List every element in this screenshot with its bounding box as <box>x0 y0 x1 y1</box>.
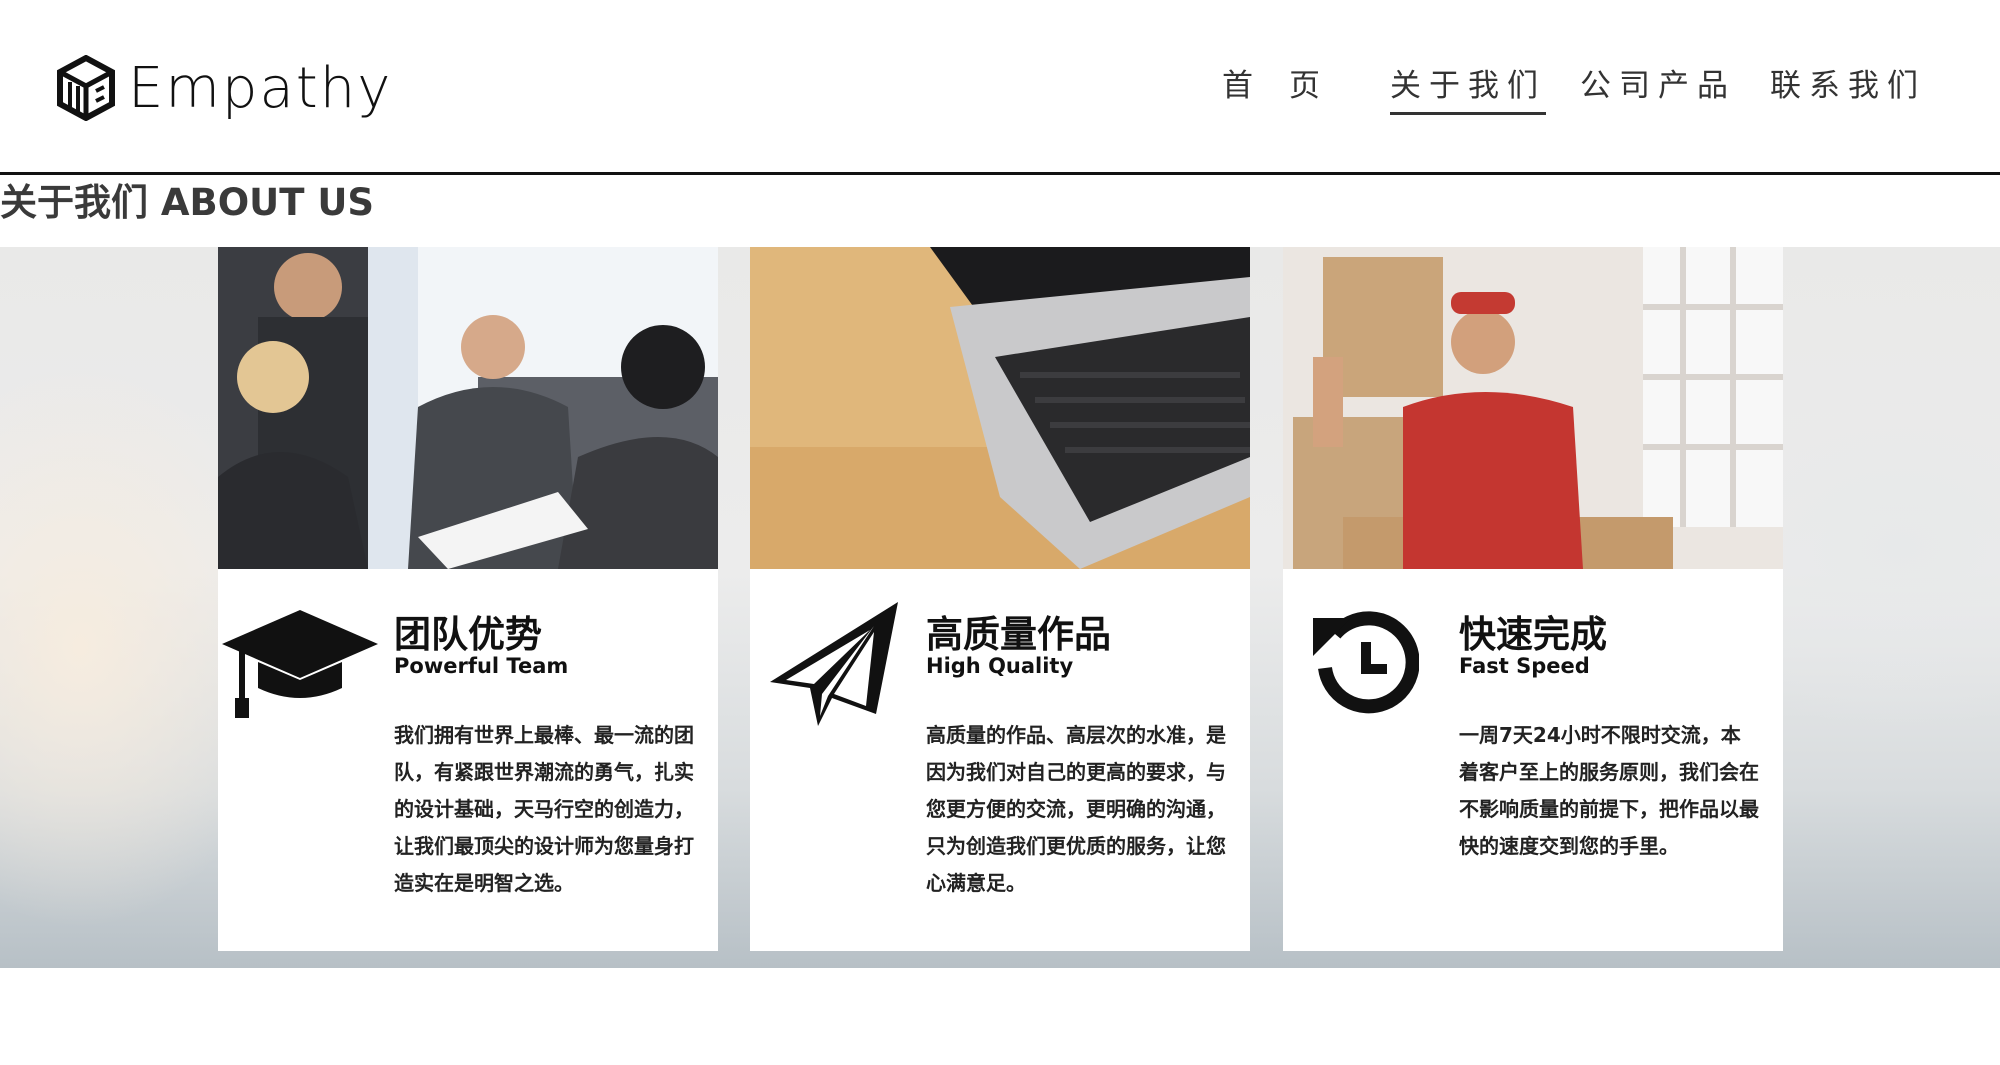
card-title-zh: 快速完成 <box>1459 613 1607 656</box>
clock-history-icon <box>1313 611 1419 714</box>
nav-about-us[interactable]: 关于我们 <box>1390 60 1546 115</box>
card-description: 一周7天24小时不限时交流，本着客户至上的服务原则，我们会在不影响质量的前提下，… <box>1459 723 1759 858</box>
card-title-en: High Quality <box>926 654 1074 678</box>
logo-text: Empathy <box>128 55 393 121</box>
card-title-en: Fast Speed <box>1459 654 1590 678</box>
nav-products[interactable]: 公司产品 <box>1580 60 1736 111</box>
section-title: 关于我们 ABOUT US <box>0 181 375 224</box>
laptop-photo <box>750 247 1250 569</box>
logo[interactable]: Empathy <box>56 55 392 121</box>
delivery-man-photo <box>1283 247 1783 569</box>
card-description: 我们拥有世界上最棒、最一流的团队，有紧跟世界潮流的勇气，扎实的设计基础，天马行空… <box>394 723 694 895</box>
site-header: Empathy 首页 关于我们 公司产品 联系我们 <box>0 0 2000 172</box>
feature-card-team: 团队优势 Powerful Team 我们拥有世界上最棒、最一流的团队，有紧跟世… <box>218 247 718 951</box>
team-meeting-photo <box>218 247 718 569</box>
card-title-zh: 高质量作品 <box>926 613 1111 656</box>
main-nav: 首页 关于我们 公司产品 联系我们 <box>1222 60 1926 115</box>
card-title-en: Powerful Team <box>394 654 569 678</box>
cube-logo-icon <box>57 55 115 121</box>
feature-card-speed: 快速完成 Fast Speed 一周7天24小时不限时交流，本着客户至上的服务原… <box>1283 247 1783 951</box>
nav-contact[interactable]: 联系我们 <box>1770 60 1926 111</box>
card-title-zh: 团队优势 <box>394 613 542 656</box>
feature-card-quality: 高质量作品 High Quality 高质量的作品、高层次的水准，是因为我们对自… <box>750 247 1250 951</box>
paper-plane-icon <box>770 602 898 726</box>
card-description: 高质量的作品、高层次的水准，是因为我们对自己的更高的要求，与您更方便的交流，更明… <box>926 723 1226 895</box>
graduation-cap-icon <box>222 610 378 718</box>
nav-home[interactable]: 首页 <box>1222 60 1356 111</box>
